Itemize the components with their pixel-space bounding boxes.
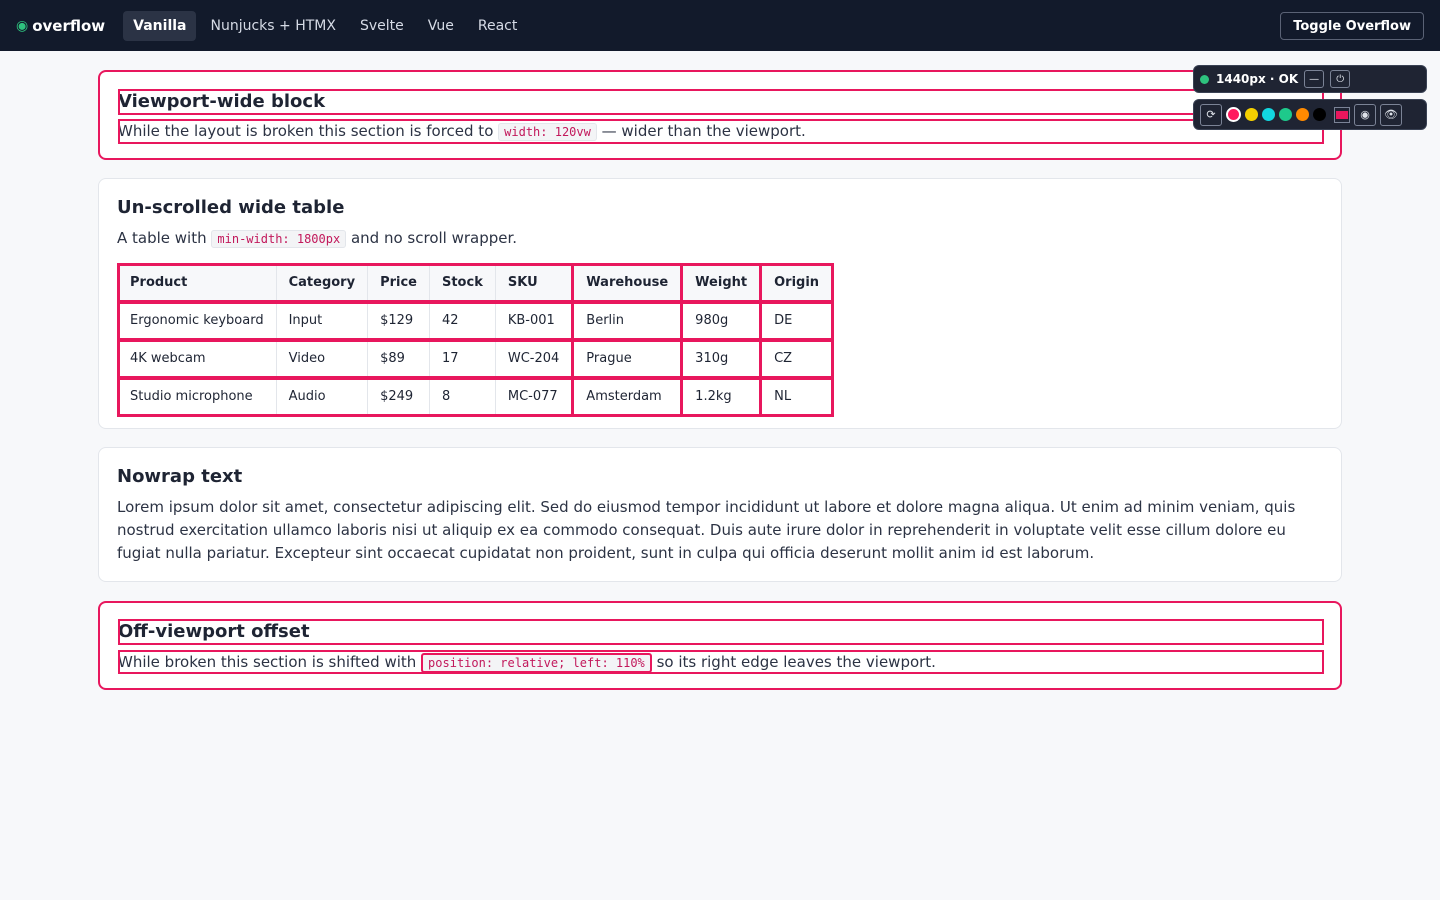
css-code-snippet: position: relative; left: 110% xyxy=(421,653,652,673)
table-cell: Studio microphone xyxy=(117,377,277,416)
column-header-sku: SKU xyxy=(494,263,574,302)
table-cell: MC-077 xyxy=(494,377,574,416)
table-cell: Video xyxy=(275,339,369,378)
description-text: While broken this section is shifted wit… xyxy=(118,653,422,671)
table-cell: NL xyxy=(759,377,835,416)
products-table: Product Category Price Stock SKU Warehou… xyxy=(116,262,835,417)
tab-vue[interactable]: Vue xyxy=(418,11,464,41)
swatch-pink[interactable] xyxy=(1226,107,1241,122)
reset-button[interactable]: ⟳ xyxy=(1200,103,1222,126)
description-text: — wider than the viewport. xyxy=(596,122,806,140)
table-row: Ergonomic keyboard Input $129 42 KB-001 … xyxy=(116,300,835,341)
table-row: 4K webcam Video $89 17 WC-204 Prague 310… xyxy=(116,338,835,379)
overflow-inspector-widget: 1440px · OK — ⏻ ⟳ ◉ 👁 xyxy=(1193,65,1427,130)
table-cell: 980g xyxy=(680,301,763,340)
description-text: and no scroll wrapper. xyxy=(346,229,518,247)
table-cell: $89 xyxy=(367,339,430,378)
table-cell: KB-001 xyxy=(494,301,574,340)
table-cell: Input xyxy=(275,301,369,340)
status-indicator-icon xyxy=(1200,74,1209,84)
framework-tabs: Vanilla Nunjucks + HTMX Svelte Vue React xyxy=(123,10,531,41)
swatch-green[interactable] xyxy=(1279,108,1292,121)
tab-svelte[interactable]: Svelte xyxy=(350,11,414,41)
table-row: Studio microphone Audio $249 8 MC-077 Am… xyxy=(116,376,835,417)
column-header-warehouse: Warehouse xyxy=(571,263,684,302)
tab-vanilla[interactable]: Vanilla xyxy=(123,10,197,41)
table-cell: Audio xyxy=(275,377,369,416)
section-wide-table: Un-scrolled wide table A table with min-… xyxy=(98,178,1342,429)
column-header-origin: Origin xyxy=(759,263,835,302)
section-description: While the layout is broken this section … xyxy=(118,119,1324,144)
table-cell: Ergonomic keyboard xyxy=(117,301,277,340)
fill-color-button[interactable] xyxy=(1334,106,1350,123)
section-description: While broken this section is shifted wit… xyxy=(118,650,1324,674)
section-nowrap-text: Nowrap text Lorem ipsum dolor sit amet, … xyxy=(98,447,1342,582)
css-code-snippet: min-width: 1800px xyxy=(211,230,347,248)
table-cell: DE xyxy=(759,301,835,340)
column-header-product: Product xyxy=(117,263,277,302)
swatch-black[interactable] xyxy=(1313,108,1326,121)
top-nav-bar: ◉ overflow Vanilla Nunjucks + HTMX Svelt… xyxy=(0,0,1440,51)
section-description: Lorem ipsum dolor sit amet, consectetur … xyxy=(117,498,1296,562)
table-cell: 4K webcam xyxy=(117,339,277,378)
table-header-row: Product Category Price Stock SKU Warehou… xyxy=(116,262,835,303)
swatch-cyan[interactable] xyxy=(1262,108,1275,121)
section-title: Viewport-wide block xyxy=(118,89,1324,115)
section-title: Un-scrolled wide table xyxy=(117,197,345,218)
eye-visibility-button[interactable]: 👁 xyxy=(1380,103,1402,126)
table-cell: 1.2kg xyxy=(680,377,763,416)
minimize-button[interactable]: — xyxy=(1304,70,1325,88)
inspector-status-bar: 1440px · OK — ⏻ xyxy=(1193,65,1427,93)
column-header-stock: Stock xyxy=(428,263,496,302)
description-text: so its right edge leaves the viewport. xyxy=(651,653,936,671)
tab-react[interactable]: React xyxy=(468,11,527,41)
tab-nunjucks-htmx[interactable]: Nunjucks + HTMX xyxy=(200,11,345,41)
table-cell: CZ xyxy=(759,339,835,378)
inspector-toolbar: ⟳ ◉ 👁 xyxy=(1193,99,1427,130)
section-viewport-wide: Viewport-wide block While the layout is … xyxy=(98,70,1342,160)
brand-dot-icon: ◉ xyxy=(16,17,29,34)
swatch-yellow[interactable] xyxy=(1245,108,1258,121)
table-cell: 42 xyxy=(428,301,496,340)
table-cell: 8 xyxy=(428,377,496,416)
table-cell: WC-204 xyxy=(494,339,574,378)
section-title: Nowrap text xyxy=(117,466,243,487)
table-cell: Berlin xyxy=(571,301,684,340)
description-text: A table with xyxy=(117,229,212,247)
target-button[interactable]: ◉ xyxy=(1354,103,1376,126)
table-cell: 17 xyxy=(428,339,496,378)
swatch-orange[interactable] xyxy=(1296,108,1309,121)
toggle-overflow-button[interactable]: Toggle Overflow xyxy=(1280,12,1424,40)
table-cell: Amsterdam xyxy=(571,377,684,416)
table-cell: $129 xyxy=(367,301,430,340)
brand-name: overflow xyxy=(32,16,106,35)
table-cell: Prague xyxy=(571,339,684,378)
description-text: While the layout is broken this section … xyxy=(118,122,499,140)
section-description: A table with min-width: 1800px and no sc… xyxy=(117,227,517,251)
fill-color-icon xyxy=(1336,110,1348,119)
table-cell: $249 xyxy=(367,377,430,416)
brand[interactable]: ◉ overflow xyxy=(16,17,105,35)
column-header-category: Category xyxy=(275,263,369,302)
viewport-status: 1440px · OK xyxy=(1216,72,1299,86)
section-title: Off-viewport offset xyxy=(118,619,1324,645)
section-off-viewport-offset: Off-viewport offset While broken this se… xyxy=(98,601,1342,690)
table-cell: 310g xyxy=(680,339,763,378)
column-header-weight: Weight xyxy=(680,263,763,302)
power-button[interactable]: ⏻ xyxy=(1330,70,1351,88)
column-header-price: Price xyxy=(367,263,430,302)
css-code-snippet: width: 120vw xyxy=(498,123,597,141)
